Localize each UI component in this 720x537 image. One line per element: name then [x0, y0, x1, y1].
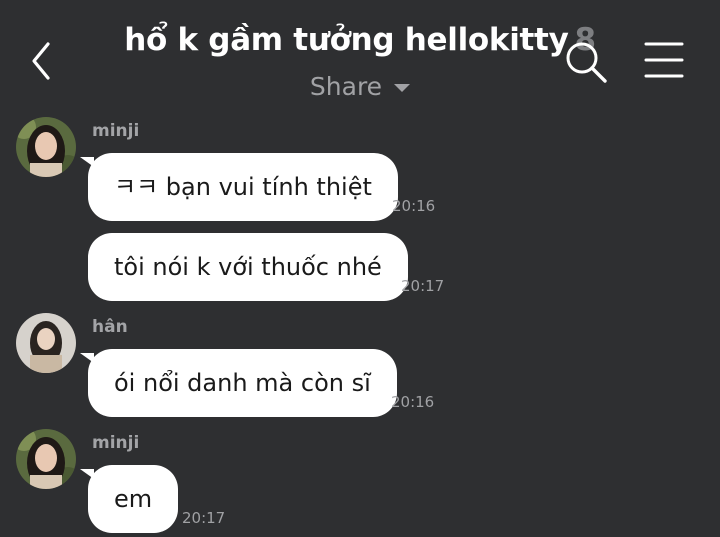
- sender-name: minji: [92, 433, 140, 453]
- chat-title-text: hổ k gầm tưởng hellokitty: [124, 22, 569, 58]
- chat-header: hổ k gầm tưởng hellokitty 8 Share: [0, 0, 720, 108]
- message-time: 20:17: [182, 509, 226, 527]
- avatar[interactable]: [16, 313, 76, 373]
- search-button[interactable]: [562, 38, 612, 88]
- avatar-image: [16, 117, 76, 177]
- avatar-image: [16, 429, 76, 489]
- message-time: 20:17: [401, 277, 445, 295]
- menu-button[interactable]: [644, 40, 684, 80]
- sender-name: hân: [92, 317, 128, 337]
- message-time: 20:16: [392, 197, 436, 215]
- share-label: Share: [309, 72, 383, 101]
- avatar[interactable]: [16, 429, 76, 489]
- sender-name: minji: [92, 121, 140, 141]
- avatar[interactable]: [16, 117, 76, 177]
- message-time: 20:16: [391, 393, 435, 411]
- share-dropdown[interactable]: Share: [0, 72, 720, 101]
- chat-title[interactable]: hổ k gầm tưởng hellokitty 8: [0, 22, 720, 58]
- message-bubble[interactable]: tôi nói k với thuốc nhé: [88, 233, 408, 301]
- message-bubble[interactable]: em: [88, 465, 179, 533]
- message-bubble[interactable]: ㅋㅋ bạn vui tính thiệt: [88, 153, 398, 221]
- menu-icon: [644, 42, 684, 78]
- avatar-image: [16, 313, 76, 373]
- search-icon: [566, 42, 607, 83]
- message-bubble[interactable]: ói nổi danh mà còn sĩ: [88, 349, 397, 417]
- caret-down-icon: [394, 84, 411, 92]
